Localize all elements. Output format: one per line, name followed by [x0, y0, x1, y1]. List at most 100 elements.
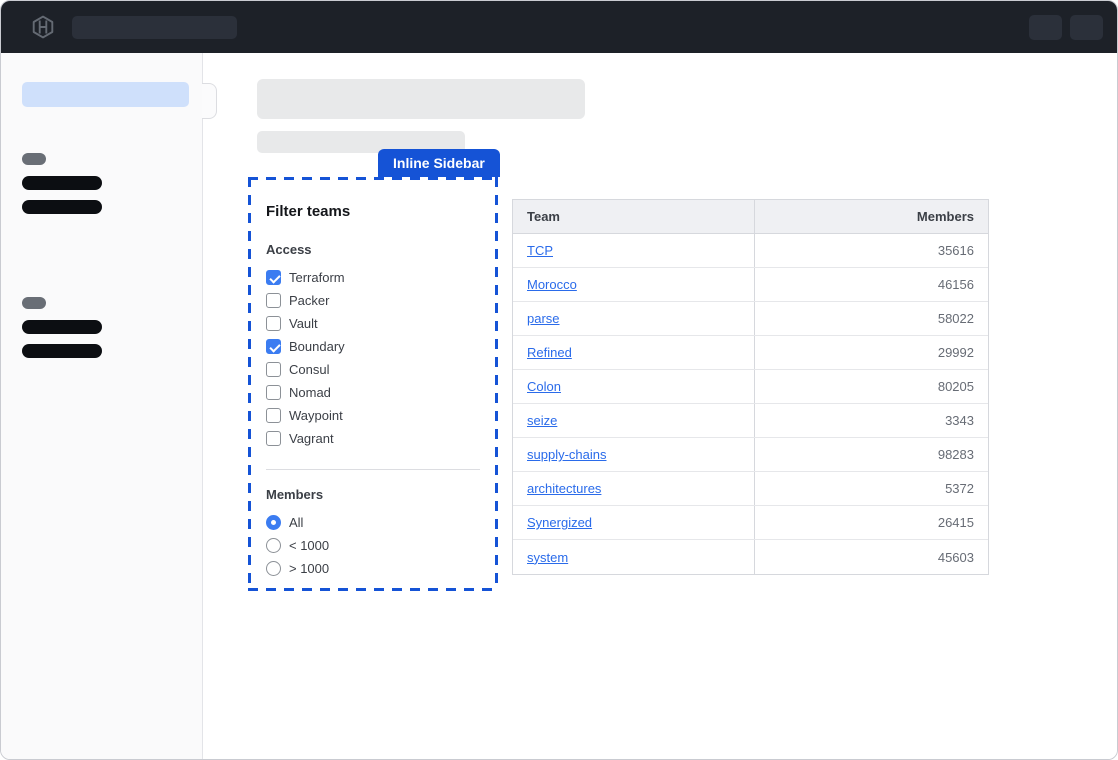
- team-cell: Colon: [513, 370, 754, 403]
- nav-actions: [1029, 15, 1103, 40]
- checkbox-icon[interactable]: [266, 362, 281, 377]
- members-radio-option[interactable]: All: [266, 511, 480, 534]
- team-cell: architectures: [513, 472, 754, 505]
- team-cell: parse: [513, 302, 754, 335]
- access-checkbox-option[interactable]: Boundary: [266, 335, 480, 358]
- table-row: system 45603: [513, 540, 988, 574]
- checkbox-label: Boundary: [289, 339, 345, 354]
- table-row: Colon 80205: [513, 370, 988, 404]
- radio-icon[interactable]: [266, 538, 281, 553]
- member-count: 35616: [754, 234, 988, 267]
- checkbox-label: Nomad: [289, 385, 331, 400]
- table-row: supply-chains 98283: [513, 438, 988, 472]
- team-link[interactable]: Refined: [527, 345, 572, 360]
- members-radio-option[interactable]: > 1000: [266, 557, 480, 580]
- team-link[interactable]: architectures: [527, 481, 601, 496]
- team-link[interactable]: Synergized: [527, 515, 592, 530]
- nav-button-skeleton: [1029, 15, 1062, 40]
- radio-label: > 1000: [289, 561, 329, 576]
- team-cell: Refined: [513, 336, 754, 369]
- checkbox-label: Terraform: [289, 270, 345, 285]
- team-link[interactable]: system: [527, 550, 568, 565]
- member-count: 26415: [754, 506, 988, 539]
- teams-table: Team Members TCP 35616 Morocco 46156: [512, 199, 989, 575]
- table-body: TCP 35616 Morocco 46156 parse 58022 Refi…: [513, 234, 988, 574]
- sidebar-section-label-skeleton: [22, 153, 46, 165]
- team-link[interactable]: Colon: [527, 379, 561, 394]
- table-row: parse 58022: [513, 302, 988, 336]
- access-checkbox-option[interactable]: Consul: [266, 358, 480, 381]
- radio-label: All: [289, 515, 303, 530]
- member-count: 80205: [754, 370, 988, 403]
- inline-sidebar-filter-panel: Filter teams Access Terraform Packer Vau…: [248, 177, 498, 591]
- checkbox-icon[interactable]: [266, 316, 281, 331]
- checkbox-label: Packer: [289, 293, 329, 308]
- app-sidebar: [1, 53, 203, 759]
- table-row: architectures 5372: [513, 472, 988, 506]
- filter-divider: [266, 469, 480, 470]
- checkbox-label: Vault: [289, 316, 318, 331]
- team-cell: system: [513, 540, 754, 574]
- app-window: Inline Sidebar Filter teams Access Terra…: [0, 0, 1118, 760]
- page-title-skeleton: [257, 79, 585, 119]
- team-cell: supply-chains: [513, 438, 754, 471]
- sidebar-section-label-skeleton: [22, 297, 46, 309]
- access-options: Terraform Packer Vault Boundary Consul N…: [266, 266, 480, 450]
- sidebar-item-skeleton: [22, 320, 102, 334]
- table-row: Refined 29992: [513, 336, 988, 370]
- column-header-members: Members: [754, 200, 988, 233]
- checkbox-icon[interactable]: [266, 339, 281, 354]
- filter-panel-title: Filter teams: [266, 203, 480, 220]
- team-cell: TCP: [513, 234, 754, 267]
- sidebar-item-skeleton: [22, 176, 102, 190]
- radio-icon[interactable]: [266, 561, 281, 576]
- table-row: seize 3343: [513, 404, 988, 438]
- member-count: 98283: [754, 438, 988, 471]
- hashicorp-logo-icon: [31, 15, 55, 39]
- team-cell: Morocco: [513, 268, 754, 301]
- checkbox-label: Vagrant: [289, 431, 334, 446]
- access-checkbox-option[interactable]: Terraform: [266, 266, 480, 289]
- team-link[interactable]: supply-chains: [527, 447, 607, 462]
- checkbox-icon[interactable]: [266, 293, 281, 308]
- table-header-row: Team Members: [513, 200, 988, 234]
- checkbox-icon[interactable]: [266, 385, 281, 400]
- member-count: 29992: [754, 336, 988, 369]
- nav-search-skeleton: [72, 16, 237, 39]
- team-link[interactable]: parse: [527, 311, 560, 326]
- team-cell: seize: [513, 404, 754, 437]
- access-group-label: Access: [266, 242, 480, 257]
- radio-icon[interactable]: [266, 515, 281, 530]
- members-radio-option[interactable]: < 1000: [266, 534, 480, 557]
- access-checkbox-option[interactable]: Nomad: [266, 381, 480, 404]
- sidebar-toggle-handle[interactable]: [202, 83, 217, 119]
- nav-button-skeleton: [1070, 15, 1103, 40]
- checkbox-icon[interactable]: [266, 408, 281, 423]
- checkbox-label: Consul: [289, 362, 329, 377]
- member-count: 3343: [754, 404, 988, 437]
- sidebar-item-skeleton: [22, 200, 102, 214]
- checkbox-icon[interactable]: [266, 431, 281, 446]
- members-options: All < 1000 > 1000: [266, 511, 480, 580]
- team-link[interactable]: Morocco: [527, 277, 577, 292]
- radio-label: < 1000: [289, 538, 329, 553]
- member-count: 5372: [754, 472, 988, 505]
- team-link[interactable]: TCP: [527, 243, 553, 258]
- checkbox-icon[interactable]: [266, 270, 281, 285]
- main-content: Inline Sidebar Filter teams Access Terra…: [203, 53, 1117, 759]
- team-cell: Synergized: [513, 506, 754, 539]
- members-group-label: Members: [266, 487, 480, 502]
- table-row: TCP 35616: [513, 234, 988, 268]
- access-checkbox-option[interactable]: Packer: [266, 289, 480, 312]
- member-count: 45603: [754, 540, 988, 574]
- member-count: 46156: [754, 268, 988, 301]
- annotation-badge: Inline Sidebar: [378, 149, 500, 177]
- sidebar-item-skeleton: [22, 344, 102, 358]
- access-checkbox-option[interactable]: Vagrant: [266, 427, 480, 450]
- column-header-team: Team: [513, 200, 754, 233]
- team-link[interactable]: seize: [527, 413, 557, 428]
- access-checkbox-option[interactable]: Waypoint: [266, 404, 480, 427]
- table-row: Synergized 26415: [513, 506, 988, 540]
- access-checkbox-option[interactable]: Vault: [266, 312, 480, 335]
- sidebar-active-item-skeleton: [22, 82, 189, 107]
